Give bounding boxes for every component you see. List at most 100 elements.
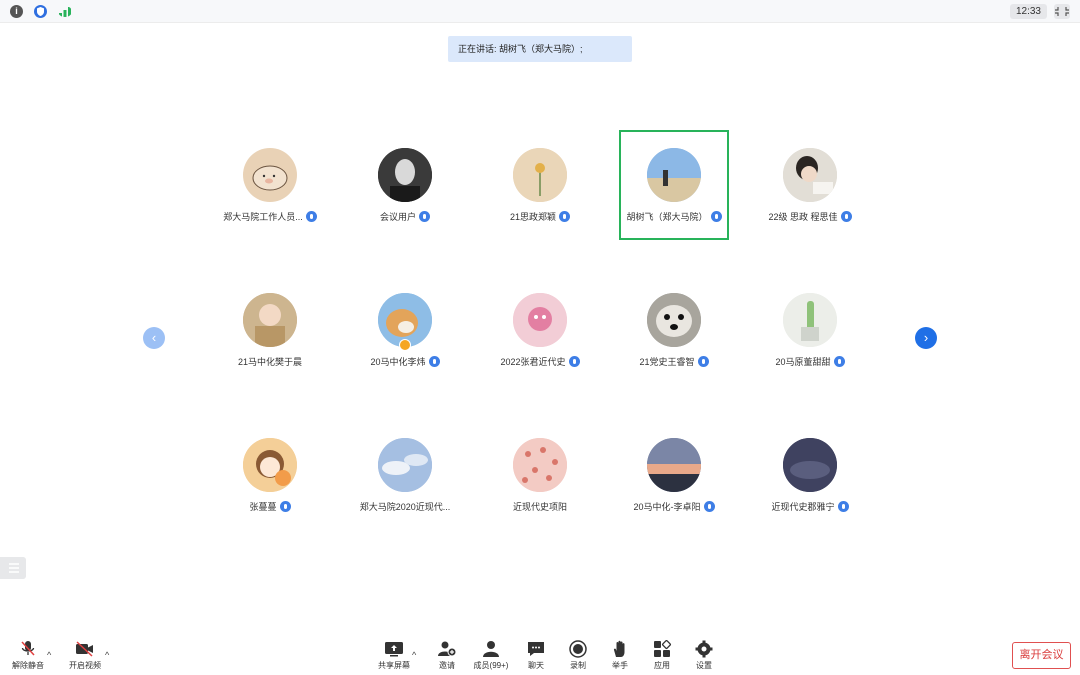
invite-button[interactable]: 邀请 [425, 640, 469, 672]
invite-icon [438, 641, 457, 657]
avatar [243, 148, 297, 202]
participant-name: 2022张君近代史 [500, 356, 566, 367]
participant-name: 会议用户 [379, 211, 416, 222]
settings-label: 设置 [696, 661, 712, 670]
mic-icon [703, 500, 715, 512]
avatar [378, 148, 432, 202]
gear-icon [695, 640, 713, 658]
next-page-button[interactable]: › [915, 327, 937, 349]
mic-icon [840, 210, 852, 222]
mic-icon [833, 355, 845, 367]
apps-label: 应用 [654, 661, 670, 670]
participant-tile[interactable]: 张蔓蔓 [215, 420, 325, 530]
list-view-toggle-icon[interactable] [0, 557, 26, 579]
avatar [513, 148, 567, 202]
participant-tile[interactable]: 21思政郑颖 [485, 130, 595, 240]
host-badge [399, 339, 411, 351]
record-label: 录制 [570, 661, 586, 670]
participant-tile[interactable]: 近现代史郡雅宁 [755, 420, 865, 530]
info-icon[interactable]: i [10, 5, 23, 18]
participant-tile[interactable]: 郑大马院2020近现代... [350, 420, 460, 530]
participant-name: 21马中化樊于晨 [237, 356, 302, 367]
chat-icon [528, 642, 544, 656]
participant-tile[interactable]: 20马原董甜甜 [755, 275, 865, 385]
mic-icon [837, 500, 849, 512]
start-video-button[interactable]: 开启视频 [63, 640, 107, 672]
participant-tile[interactable]: 20马中化李炜 [350, 275, 460, 385]
participant-name: 张蔓蔓 [249, 501, 277, 512]
participant-tile[interactable]: 郑大马院工作人员... [215, 130, 325, 240]
participant-name: 郑大马院2020近现代... [359, 501, 451, 512]
video-options-chevron-icon[interactable]: ^ [105, 650, 109, 660]
members-button[interactable]: 成员(99+) [469, 640, 513, 672]
avatar [647, 148, 701, 202]
mic-icon [710, 210, 722, 222]
signal-strength-icon[interactable] [58, 6, 72, 17]
apps-button[interactable]: 应用 [640, 640, 684, 672]
participant-tile[interactable]: 会议用户 [350, 130, 460, 240]
audio-options-chevron-icon[interactable]: ^ [47, 650, 51, 660]
apps-icon [654, 640, 671, 657]
leave-meeting-button[interactable]: 离开会议 [1012, 642, 1071, 669]
participant-name: 近现代史郡雅宁 [771, 501, 835, 512]
participant-tile[interactable]: 近现代史项阳 [485, 420, 595, 530]
participant-tile-active-speaker[interactable]: 胡树飞（郑大马院） [619, 130, 729, 240]
mic-icon [568, 355, 580, 367]
previous-page-button[interactable]: ‹ [143, 327, 165, 349]
chat-button[interactable]: 聊天 [514, 640, 558, 672]
members-icon [483, 641, 499, 657]
participant-name: 20马中化-李卓阳 [633, 501, 701, 512]
avatar [783, 148, 837, 202]
participant-name: 20马中化李炜 [370, 356, 426, 367]
mic-icon [305, 210, 317, 222]
participant-tile[interactable]: 21马中化樊于晨 [215, 275, 325, 385]
participant-name: 20马原董甜甜 [775, 356, 831, 367]
mic-icon [697, 355, 709, 367]
settings-button[interactable]: 设置 [682, 640, 726, 672]
meeting-timer: 12:33 [1009, 4, 1047, 19]
participant-tile[interactable]: 22级 思政 程思佳 [755, 130, 865, 240]
shield-icon[interactable] [34, 5, 47, 18]
raise-hand-label: 举手 [612, 661, 628, 670]
unmute-button[interactable]: 解除静音 [6, 640, 50, 672]
participant-tile[interactable]: 21党史王睿智 [619, 275, 729, 385]
participant-tile[interactable]: 2022张君近代史 [485, 275, 595, 385]
avatar [783, 438, 837, 492]
participant-name: 21思政郑颖 [509, 211, 556, 222]
participant-name: 22级 思政 程思佳 [768, 211, 838, 222]
record-button[interactable]: 录制 [556, 640, 600, 672]
raise-hand-button[interactable]: 举手 [598, 640, 642, 672]
avatar [243, 293, 297, 347]
chat-label: 聊天 [528, 661, 544, 670]
avatar [783, 293, 837, 347]
exit-fullscreen-icon[interactable] [1054, 4, 1070, 19]
participant-tile[interactable]: 20马中化-李卓阳 [619, 420, 729, 530]
top-status-bar: i 12:33 [0, 0, 1080, 23]
avatar [513, 438, 567, 492]
raise-hand-icon [613, 640, 625, 657]
avatar [378, 438, 432, 492]
avatar [647, 438, 701, 492]
invite-label: 邀请 [439, 661, 455, 670]
participant-name: 21党史王睿智 [639, 356, 695, 367]
unmute-label: 解除静音 [12, 661, 44, 670]
start-video-label: 开启视频 [69, 661, 101, 670]
participant-name: 近现代史项阳 [512, 501, 567, 512]
share-screen-label: 共享屏幕 [378, 661, 410, 670]
share-screen-button[interactable]: 共享屏幕 [372, 640, 416, 672]
avatar [513, 293, 567, 347]
members-label: 成员(99+) [473, 661, 509, 670]
avatar [647, 293, 701, 347]
participant-name: 郑大马院工作人员... [223, 211, 303, 222]
share-screen-icon [385, 642, 403, 657]
participant-name: 胡树飞（郑大马院） [626, 211, 708, 222]
avatar [243, 438, 297, 492]
microphone-muted-icon [21, 641, 35, 656]
mic-icon [279, 500, 291, 512]
active-speaker-banner: 正在讲话: 胡树飞（郑大马院）; [448, 36, 632, 62]
mic-icon [419, 210, 430, 222]
mic-icon [559, 210, 570, 222]
video-off-icon [76, 641, 93, 657]
mic-icon [428, 355, 440, 367]
share-options-chevron-icon[interactable]: ^ [412, 650, 416, 660]
